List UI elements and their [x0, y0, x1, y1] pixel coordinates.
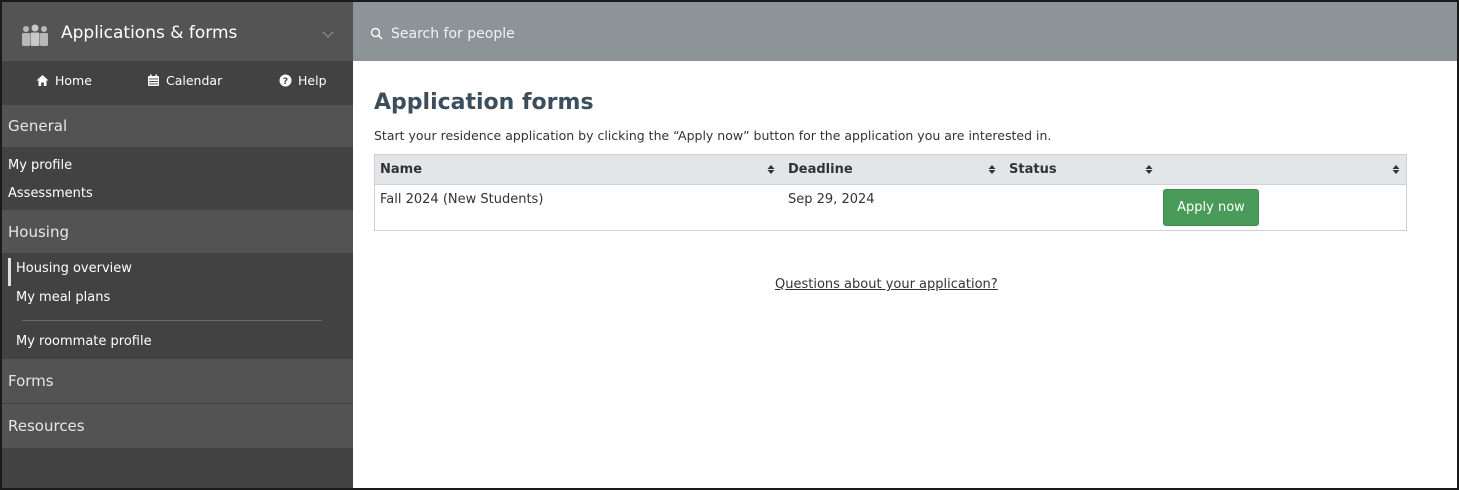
- sidebar-item-my-roommate-profile[interactable]: My roommate profile: [16, 334, 152, 349]
- sidebar: Applications & forms Home Calendar ? Hel…: [2, 2, 353, 488]
- sidebar-item-my-profile[interactable]: My profile: [8, 158, 72, 173]
- nav-calendar[interactable]: Calendar: [147, 73, 222, 88]
- app-title: Applications & forms: [61, 23, 238, 43]
- page-title: Application forms: [374, 90, 594, 115]
- section-forms-label: Forms: [8, 372, 54, 390]
- app-window: Applications & forms Home Calendar ? Hel…: [0, 0, 1459, 490]
- sort-icon[interactable]: [988, 163, 996, 176]
- sort-icon[interactable]: [1145, 163, 1153, 176]
- top-search-bar: [353, 2, 1457, 61]
- sort-icon[interactable]: [767, 163, 775, 176]
- section-housing[interactable]: Housing: [2, 210, 353, 253]
- table-header: Name Deadline Status: [375, 155, 1406, 185]
- sidebar-item-my-meal-plans[interactable]: My meal plans: [16, 290, 110, 305]
- section-general[interactable]: General: [2, 105, 353, 147]
- sidebar-item-assessments[interactable]: Assessments: [8, 186, 93, 201]
- nav-home[interactable]: Home: [36, 73, 92, 88]
- calendar-icon: [148, 74, 159, 86]
- section-resources-label: Resources: [8, 417, 85, 435]
- row-deadline: Sep 29, 2024: [788, 192, 875, 207]
- section-forms[interactable]: Forms: [2, 359, 353, 403]
- search-icon: [370, 27, 383, 40]
- sidebar-top-nav: Home Calendar ? Help: [2, 61, 353, 105]
- nav-help[interactable]: ? Help: [279, 73, 327, 88]
- sidebar-item-housing-overview[interactable]: Housing overview: [16, 261, 132, 276]
- questions-link[interactable]: Questions about your application?: [775, 277, 998, 292]
- section-housing-label: Housing: [8, 222, 69, 241]
- page-intro: Start your residence application by clic…: [374, 128, 1052, 143]
- section-resources[interactable]: Resources: [2, 404, 353, 448]
- people-group-icon: [22, 24, 48, 46]
- svg-text:?: ?: [283, 77, 288, 87]
- home-icon: [36, 75, 49, 86]
- help-icon: ?: [279, 74, 292, 87]
- nav-home-label: Home: [55, 73, 92, 88]
- column-header-name[interactable]: Name: [380, 162, 422, 177]
- nav-calendar-label: Calendar: [166, 73, 223, 88]
- selected-indicator: [8, 258, 11, 286]
- sort-icon[interactable]: [1392, 163, 1400, 176]
- nav-help-label: Help: [298, 73, 327, 88]
- row-name: Fall 2024 (New Students): [380, 192, 544, 207]
- column-header-deadline[interactable]: Deadline: [788, 162, 853, 177]
- section-general-label: General: [8, 117, 68, 135]
- apply-now-button[interactable]: Apply now: [1163, 189, 1259, 226]
- app-switcher[interactable]: Applications & forms: [2, 2, 353, 61]
- column-header-status[interactable]: Status: [1009, 162, 1057, 177]
- chevron-down-icon: [322, 31, 334, 38]
- applications-table: Name Deadline Status Fall 2024 (New Stud…: [374, 154, 1407, 231]
- search-input[interactable]: [391, 22, 1091, 46]
- sidebar-divider: [22, 320, 322, 321]
